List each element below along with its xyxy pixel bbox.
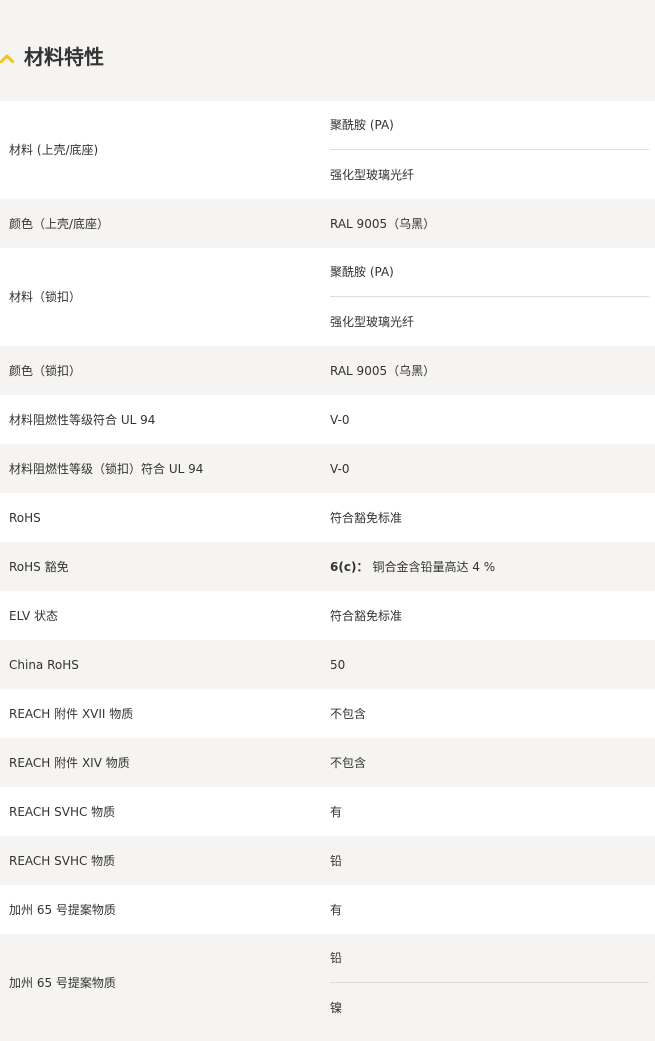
section-title: 材料特性: [24, 45, 104, 69]
property-value: RAL 9005（乌黑）: [330, 199, 649, 248]
property-label: ELV 状态: [9, 608, 58, 623]
property-label: REACH SVHC 物质: [9, 853, 116, 868]
property-values: 聚酰胺 (PA) 强化型玻璃光纤: [330, 101, 655, 199]
property-label: REACH 附件 XIV 物质: [9, 755, 130, 770]
property-row: RoHS 符合豁免标准: [0, 493, 655, 542]
property-label: REACH 附件 XVII 物质: [9, 706, 134, 721]
property-value-text: 铜合金含铅量高达 4 %: [372, 559, 496, 574]
property-value: 聚酰胺 (PA): [330, 101, 649, 150]
property-value: 符合豁免标准: [330, 591, 649, 640]
property-label: 颜色（上壳/底座）: [9, 216, 110, 231]
property-values: 不包含: [330, 689, 655, 738]
property-value-text: V-0: [330, 412, 350, 427]
property-value: 强化型玻璃光纤: [330, 297, 649, 346]
property-value-text: 强化型玻璃光纤: [330, 167, 415, 182]
property-value-text: 聚酰胺 (PA): [330, 265, 394, 279]
property-values: 有: [330, 787, 655, 836]
property-label: 材料（锁扣）: [9, 290, 82, 304]
property-values: V-0: [330, 395, 655, 444]
property-value-text: 符合豁免标准: [330, 608, 403, 623]
property-value-text: 强化型玻璃光纤: [330, 314, 415, 329]
property-row: 加州 65 号提案物质 有: [0, 885, 655, 934]
property-label: RoHS 豁免: [9, 559, 69, 574]
property-value-text: 50: [330, 657, 346, 672]
property-value: 不包含: [330, 738, 649, 787]
property-row: 材料（锁扣） 聚酰胺 (PA) 强化型玻璃光纤: [0, 248, 655, 346]
property-value: 镍: [330, 983, 649, 1032]
chevron-up-icon[interactable]: [0, 53, 14, 63]
property-value: 6(c)： 铜合金含铅量高达 4 %: [330, 542, 649, 591]
property-values: V-0: [330, 444, 655, 493]
property-row: 颜色（锁扣） RAL 9005（乌黑）: [0, 346, 655, 395]
property-value: 聚酰胺 (PA): [330, 248, 649, 297]
property-value-text: 镍: [330, 1000, 343, 1015]
property-value: V-0: [330, 395, 649, 444]
property-values: 有: [330, 885, 655, 934]
property-label: 加州 65 号提案物质: [9, 902, 116, 917]
property-value: 50: [330, 640, 649, 689]
property-label: REACH SVHC 物质: [9, 804, 116, 819]
property-row: China RoHS 50: [0, 640, 655, 689]
property-value-text: 铅: [330, 951, 343, 965]
property-value-text: V-0: [330, 461, 350, 476]
property-value-text: RAL 9005（乌黑）: [330, 216, 436, 231]
property-value-text: 不包含: [330, 706, 367, 721]
property-row: REACH 附件 XIV 物质 不包含: [0, 738, 655, 787]
property-row: REACH 附件 XVII 物质 不包含: [0, 689, 655, 738]
property-label: 材料阻燃性等级符合 UL 94: [9, 412, 156, 427]
property-value-text: 有: [330, 902, 343, 917]
property-value-text: 聚酰胺 (PA): [330, 118, 394, 132]
property-values: 铅: [330, 836, 655, 885]
property-value: 符合豁免标准: [330, 493, 649, 542]
property-values: RAL 9005（乌黑）: [330, 199, 655, 248]
property-value-prefix: 6(c)：: [330, 559, 369, 574]
property-value: 铅: [330, 836, 649, 885]
property-value-text: 铅: [330, 853, 343, 868]
property-label: 材料阻燃性等级（锁扣）符合 UL 94: [9, 461, 204, 476]
properties-table: 材料 (上壳/底座) 聚酰胺 (PA) 强化型玻璃光纤 颜色（上壳/底座） RAL 90…: [0, 101, 655, 1032]
property-row: REACH SVHC 物质 铅: [0, 836, 655, 885]
property-label: RoHS: [9, 510, 41, 525]
property-value: 不包含: [330, 689, 649, 738]
property-label: 颜色（锁扣）: [9, 363, 82, 378]
property-value: 强化型玻璃光纤: [330, 150, 649, 199]
property-values: 50: [330, 640, 655, 689]
property-value-text: 有: [330, 804, 343, 819]
property-row: 材料阻燃性等级（锁扣）符合 UL 94 V-0: [0, 444, 655, 493]
property-value-text: 符合豁免标准: [330, 510, 403, 525]
property-label: 加州 65 号提案物质: [9, 976, 116, 990]
property-row: 材料 (上壳/底座) 聚酰胺 (PA) 强化型玻璃光纤: [0, 101, 655, 199]
property-label: 材料 (上壳/底座): [9, 143, 99, 157]
property-values: 聚酰胺 (PA) 强化型玻璃光纤: [330, 248, 655, 346]
property-value: V-0: [330, 444, 649, 493]
section-header[interactable]: 材料特性: [0, 0, 655, 101]
property-row: 颜色（上壳/底座） RAL 9005（乌黑）: [0, 199, 655, 248]
property-value: 铅: [330, 934, 649, 983]
property-value-text: RAL 9005（乌黑）: [330, 363, 436, 378]
property-label: China RoHS: [9, 657, 79, 672]
property-value-text: 不包含: [330, 755, 367, 770]
property-value: 有: [330, 885, 649, 934]
property-values: 不包含: [330, 738, 655, 787]
property-row: 加州 65 号提案物质铅镍: [0, 934, 655, 1032]
property-row: RoHS 豁免 6(c)： 铜合金含铅量高达 4 %: [0, 542, 655, 591]
property-values: RAL 9005（乌黑）: [330, 346, 655, 395]
property-value: RAL 9005（乌黑）: [330, 346, 649, 395]
property-values: 符合豁免标准: [330, 493, 655, 542]
property-values: 铅镍: [330, 934, 655, 1032]
property-row: REACH SVHC 物质 有: [0, 787, 655, 836]
property-row: ELV 状态 符合豁免标准: [0, 591, 655, 640]
property-values: 符合豁免标准: [330, 591, 655, 640]
property-value: 有: [330, 787, 649, 836]
property-values: 6(c)： 铜合金含铅量高达 4 %: [330, 542, 655, 591]
property-row: 材料阻燃性等级符合 UL 94 V-0: [0, 395, 655, 444]
